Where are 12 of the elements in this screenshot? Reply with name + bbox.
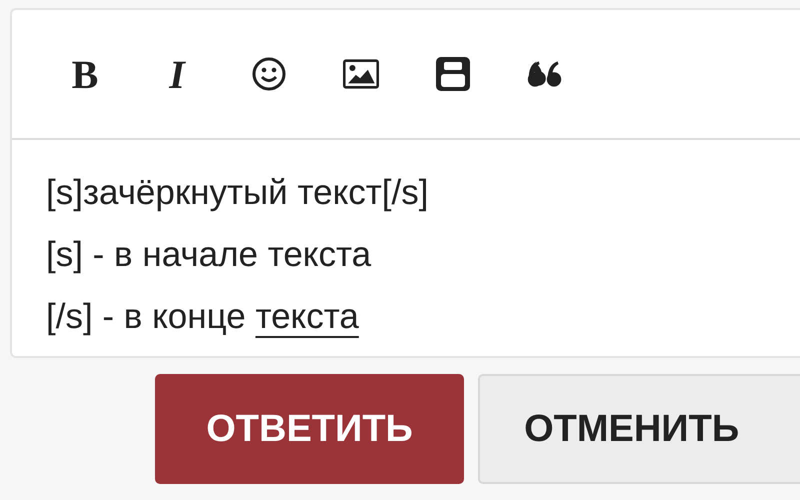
smiley-icon: [252, 57, 286, 91]
italic-button[interactable]: I: [159, 54, 195, 94]
quote-icon: [527, 60, 563, 88]
video-button[interactable]: [435, 54, 471, 94]
video-icon: [436, 57, 470, 91]
bold-button[interactable]: B: [67, 54, 103, 94]
cancel-button[interactable]: ОТМЕНИТЬ: [478, 374, 800, 484]
editor-text-line[interactable]: [s]зачёркнутый текст[/s]: [46, 162, 428, 224]
editor-text-line[interactable]: [/s] - в конце текста: [46, 286, 359, 348]
reply-button[interactable]: ОТВЕТИТЬ: [155, 374, 464, 484]
editor-text-line[interactable]: [s] - в начале текста: [46, 224, 372, 286]
image-icon: [343, 57, 379, 91]
